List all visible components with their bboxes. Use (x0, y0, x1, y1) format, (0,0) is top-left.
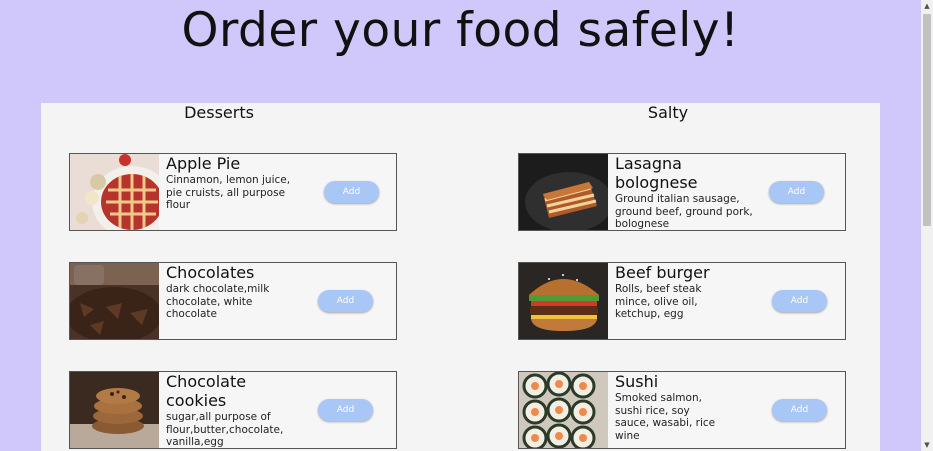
menu-item-name: Apple Pie (166, 154, 241, 173)
apple-pie-image (70, 154, 159, 230)
menu-item-description: Ground italian sausage, ground beef, gro… (615, 193, 753, 230)
menu-item-description: Cinnamon, lemon juice, pie cruists, all … (166, 174, 291, 211)
vertical-scrollbar[interactable]: ▲ ▼ (921, 0, 933, 451)
beef-burger-image (519, 263, 608, 339)
chocolates-image (70, 263, 159, 339)
column-heading-salty: Salty (647, 103, 689, 122)
menu-card-chocolates: Chocolates dark chocolate,milk chocolate… (69, 262, 397, 340)
menu-card-lasagna-bolognese: Lasagna bolognese Ground italian sausage… (518, 153, 846, 231)
chocolate-cookies-image (70, 372, 159, 448)
add-beef-burger-button[interactable]: Add (772, 290, 827, 312)
page-title: Order your food safely! (181, 3, 740, 58)
menu-item-name: Chocolate cookies (166, 372, 247, 410)
menu-item-description: sugar,all purpose of flour,butter,chocol… (166, 411, 284, 448)
add-lasagna-bolognese-button[interactable]: Add (769, 181, 824, 203)
sushi-image (519, 372, 608, 448)
add-chocolates-button[interactable]: Add (318, 290, 373, 312)
scrollbar-thumb[interactable] (923, 14, 931, 226)
column-heading-desserts: Desserts (184, 103, 254, 122)
menu-card-chocolate-cookies: Chocolate cookies sugar,all purpose of f… (69, 371, 397, 449)
add-apple-pie-button[interactable]: Add (324, 181, 379, 203)
menu-item-description: dark chocolate,milk chocolate, white cho… (166, 283, 270, 320)
lasagna-image (519, 154, 608, 230)
menu-item-name: Lasagna bolognese (615, 154, 698, 192)
add-chocolate-cookies-button[interactable]: Add (318, 399, 373, 421)
menu-item-name: Beef burger (615, 263, 710, 282)
menu-card-apple-pie: Apple Pie Cinnamon, lemon juice, pie cru… (69, 153, 397, 231)
menu-item-name: Sushi (615, 372, 659, 391)
menu-item-description: Smoked salmon, sushi rice, soy sauce, wa… (615, 392, 716, 442)
scroll-down-arrow-icon[interactable]: ▼ (921, 439, 933, 451)
scroll-up-arrow-icon[interactable]: ▲ (921, 0, 933, 12)
menu-card-beef-burger: Beef burger Rolls, beef steak mince, oli… (518, 262, 846, 340)
menu-item-name: Chocolates (166, 263, 255, 282)
add-sushi-button[interactable]: Add (772, 399, 827, 421)
menu-item-description: Rolls, beef steak mince, olive oil, ketc… (615, 283, 702, 320)
menu-card-sushi: Sushi Smoked salmon, sushi rice, soy sau… (518, 371, 846, 449)
